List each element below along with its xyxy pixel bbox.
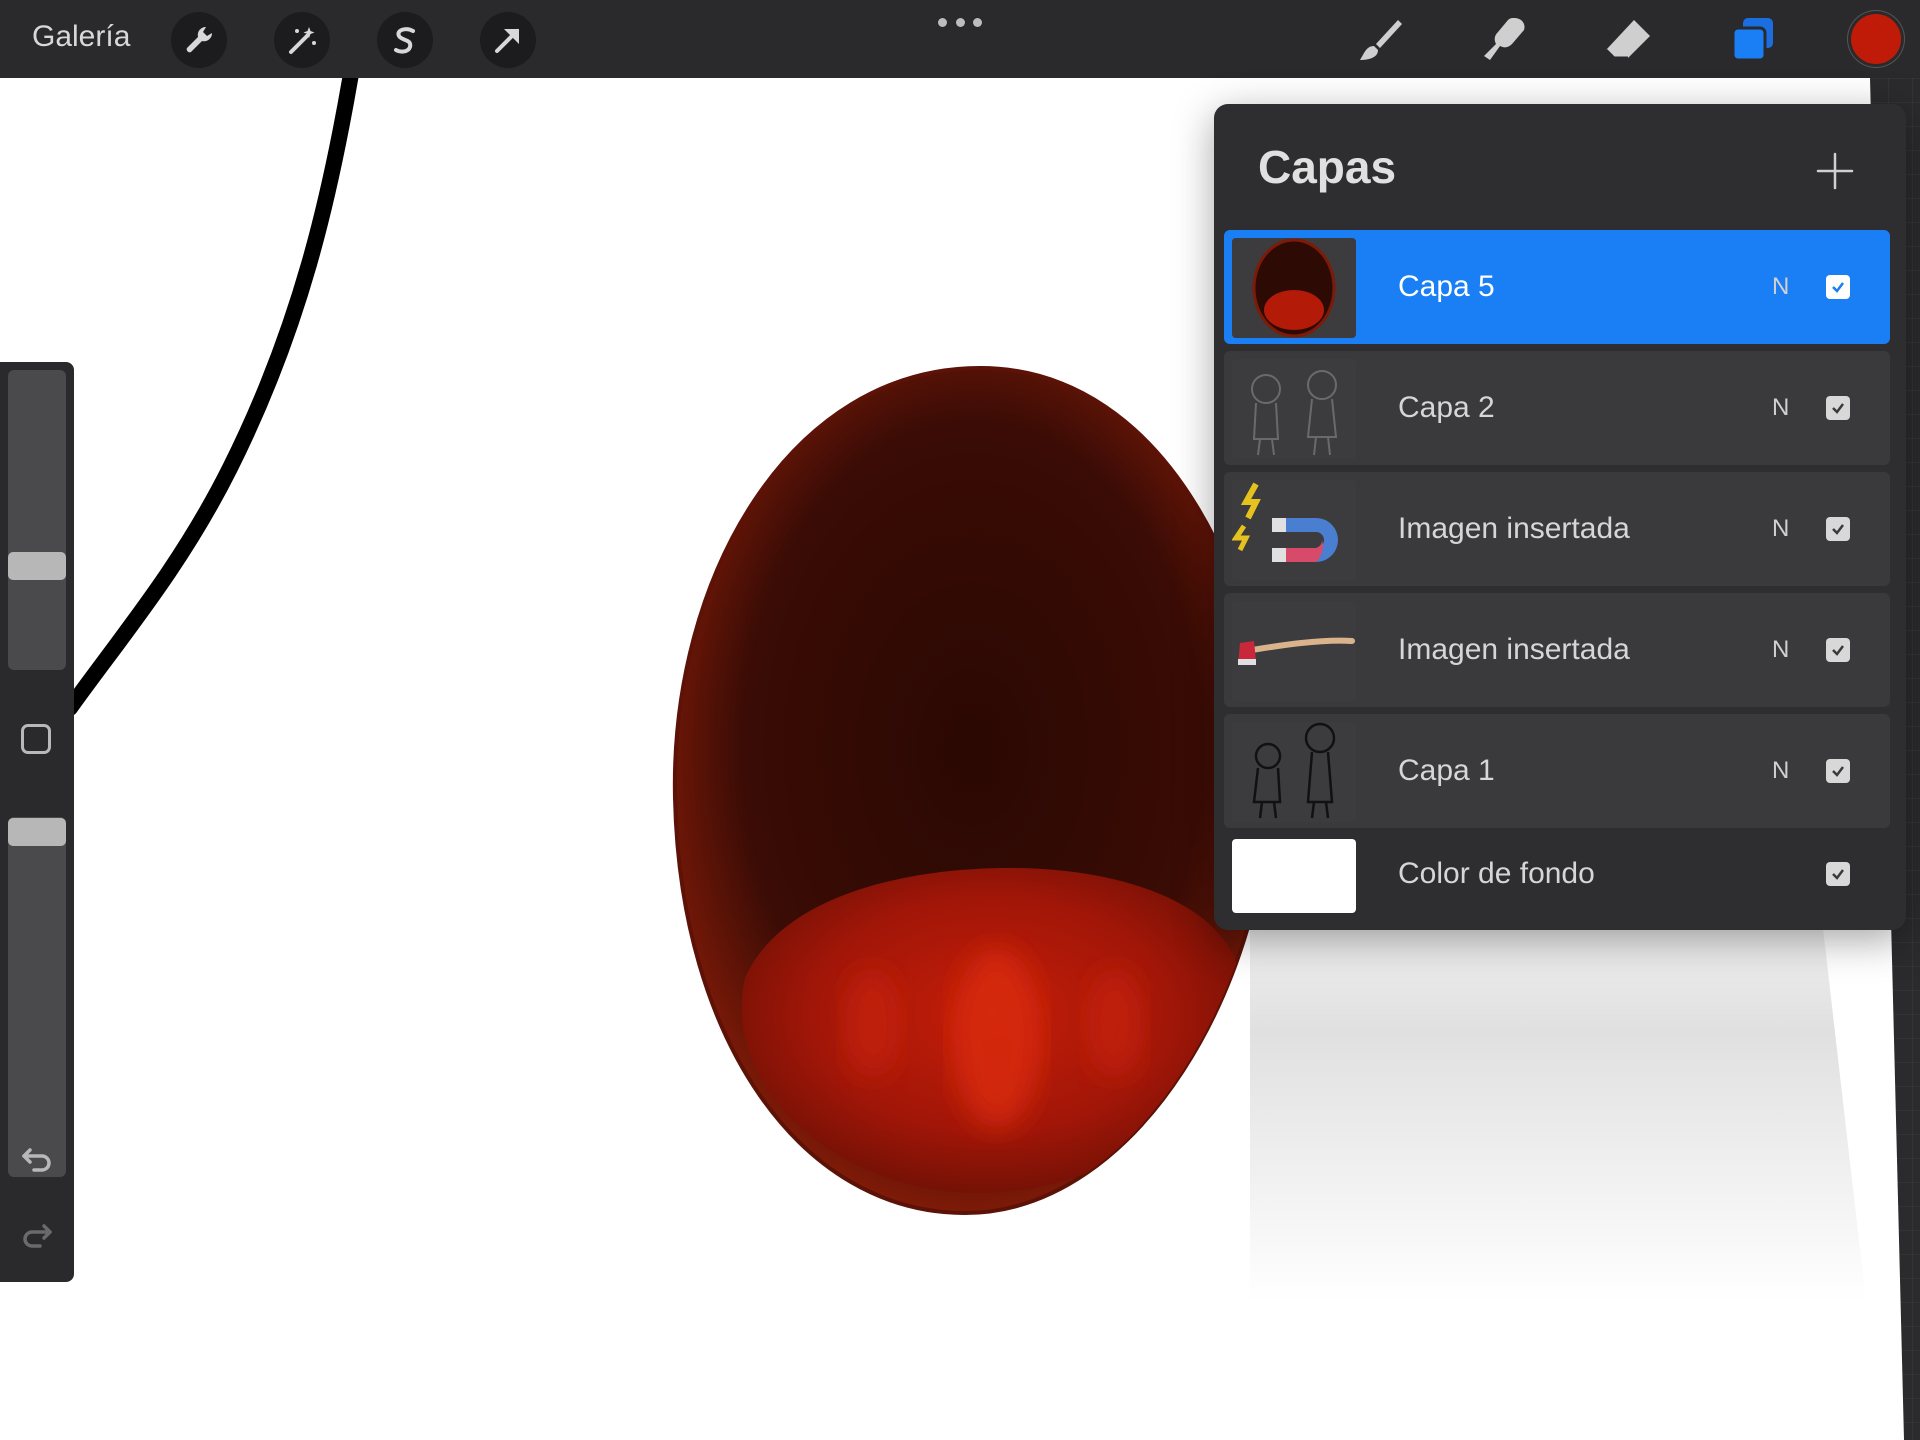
checkmark-icon	[1832, 869, 1844, 880]
brush-tool-button[interactable]	[1350, 10, 1410, 70]
layer-visibility-checkbox[interactable]	[1826, 517, 1850, 541]
layer-visibility-checkbox[interactable]	[1826, 862, 1850, 886]
layer-name: Color de fondo	[1398, 857, 1595, 890]
undo-icon	[22, 1148, 51, 1172]
opacity-thumb[interactable]	[8, 818, 66, 846]
smudge-icon	[1484, 18, 1525, 60]
layer-row-capa-2[interactable]: Capa 2 N	[1224, 351, 1890, 465]
checkmark-icon	[1832, 282, 1844, 293]
layer-name: Capa 5	[1398, 270, 1495, 303]
layer-visibility-checkbox[interactable]	[1826, 759, 1850, 783]
layer-name: Imagen insertada	[1398, 512, 1630, 545]
layer-thumbnail	[1232, 238, 1356, 338]
redo-button[interactable]	[18, 1218, 56, 1256]
brush-icon	[1360, 20, 1402, 60]
layer-thumbnail	[1232, 359, 1356, 459]
wrench-icon	[186, 26, 213, 53]
more-options-icon[interactable]	[938, 12, 982, 32]
blend-mode-button[interactable]: N	[1772, 636, 1789, 664]
layer-row-imagen-insertada-magnet[interactable]: Imagen insertada N	[1224, 472, 1890, 586]
layers-panel: Capas Capa 5 N Capa 2 N Imagen insertada…	[1214, 104, 1906, 930]
add-layer-button[interactable]	[1810, 146, 1860, 196]
blend-mode-button[interactable]: N	[1772, 394, 1789, 422]
brush-size-slider[interactable]	[8, 370, 66, 670]
magic-wand-icon	[289, 27, 316, 54]
adjustments-button[interactable]	[274, 12, 330, 68]
color-picker-button[interactable]	[1851, 14, 1901, 64]
transform-arrow-icon	[495, 29, 519, 53]
layer-visibility-checkbox[interactable]	[1826, 638, 1850, 662]
layer-row-capa-1[interactable]: Capa 1 N	[1224, 714, 1890, 828]
transform-button[interactable]	[480, 12, 536, 68]
layers-panel-title: Capas	[1258, 141, 1397, 193]
layer-row-background-color[interactable]: Color de fondo	[1224, 835, 1890, 919]
ink-stroke	[62, 78, 359, 716]
checkmark-icon	[1832, 766, 1844, 777]
left-sidebar	[0, 362, 74, 1282]
background-color-swatch[interactable]	[1232, 839, 1356, 913]
gallery-button[interactable]: Galería	[32, 20, 130, 54]
selection-button[interactable]	[377, 12, 433, 68]
blend-mode-button[interactable]: N	[1772, 273, 1789, 301]
actions-button[interactable]	[171, 12, 227, 68]
brush-size-thumb[interactable]	[8, 552, 66, 580]
selection-s-icon	[394, 27, 415, 54]
undo-button[interactable]	[18, 1142, 56, 1180]
layer-row-capa-5[interactable]: Capa 5 N	[1224, 230, 1890, 344]
layers-icon	[1731, 18, 1773, 62]
mouth-drawing	[672, 365, 1273, 1216]
layer-name: Capa 1	[1398, 754, 1495, 787]
layer-row-imagen-insertada-axe[interactable]: Imagen insertada N	[1224, 593, 1890, 707]
layer-visibility-checkbox[interactable]	[1826, 396, 1850, 420]
layer-thumbnail	[1232, 601, 1356, 701]
top-toolbar: Galería	[0, 0, 1920, 78]
layer-visibility-checkbox[interactable]	[1826, 275, 1850, 299]
smudge-tool-button[interactable]	[1474, 10, 1534, 70]
eraser-icon	[1604, 20, 1650, 60]
checkmark-icon	[1832, 403, 1844, 414]
checkmark-icon	[1832, 524, 1844, 535]
modify-button[interactable]	[21, 724, 51, 754]
blend-mode-button[interactable]: N	[1772, 757, 1789, 785]
layer-thumbnail	[1232, 722, 1356, 822]
layer-thumbnail	[1232, 480, 1356, 580]
layer-name: Imagen insertada	[1398, 633, 1630, 666]
opacity-slider[interactable]	[8, 817, 66, 1177]
eraser-tool-button[interactable]	[1598, 10, 1658, 70]
layers-tool-button[interactable]	[1723, 10, 1783, 70]
blend-mode-button[interactable]: N	[1772, 515, 1789, 543]
checkmark-icon	[1832, 645, 1844, 656]
layer-name: Capa 2	[1398, 391, 1495, 424]
redo-icon	[23, 1224, 52, 1248]
plus-icon	[1816, 152, 1854, 190]
